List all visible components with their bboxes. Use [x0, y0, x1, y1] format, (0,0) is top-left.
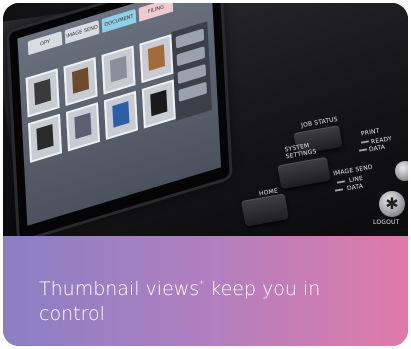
circular-button[interactable]	[395, 161, 408, 181]
side-panel-button[interactable]	[177, 63, 207, 85]
caption-text: Thumbnail views* keep you in control	[39, 272, 369, 327]
thumbnail[interactable]	[63, 56, 98, 107]
logout-button[interactable]: ✱	[379, 191, 405, 217]
side-panel-button[interactable]	[178, 81, 208, 102]
thumbnail[interactable]	[139, 34, 174, 84]
thumbnail[interactable]	[25, 68, 60, 118]
promo-card: OPY IMAGE SEND DOCUMENT FILING JOB STATU…	[3, 3, 408, 346]
logout-label: LOGOUT	[373, 219, 400, 226]
screen-tab-filing[interactable]: FILING	[138, 3, 174, 22]
thumbnail-grid	[25, 34, 176, 163]
thumbnail[interactable]	[28, 113, 63, 163]
screen-tab-copy[interactable]: OPY	[27, 31, 63, 56]
screen-side-panel	[171, 21, 212, 121]
screen-tab-document-filing[interactable]: DOCUMENT	[101, 8, 137, 33]
logout-icon: ✱	[385, 194, 399, 213]
side-panel-button[interactable]	[175, 28, 205, 49]
thumbnail[interactable]	[101, 45, 136, 95]
thumbnail[interactable]	[141, 79, 176, 129]
device-photo: OPY IMAGE SEND DOCUMENT FILING JOB STATU…	[3, 3, 408, 236]
screen-tab-image-send[interactable]: IMAGE SEND	[64, 19, 100, 45]
side-panel-button[interactable]	[176, 46, 206, 67]
thumbnail[interactable]	[65, 102, 101, 152]
caption-banner: Thumbnail views* keep you in control	[3, 236, 408, 346]
caption-main: Thumbnail views	[39, 278, 200, 300]
thumbnail[interactable]	[103, 90, 138, 140]
